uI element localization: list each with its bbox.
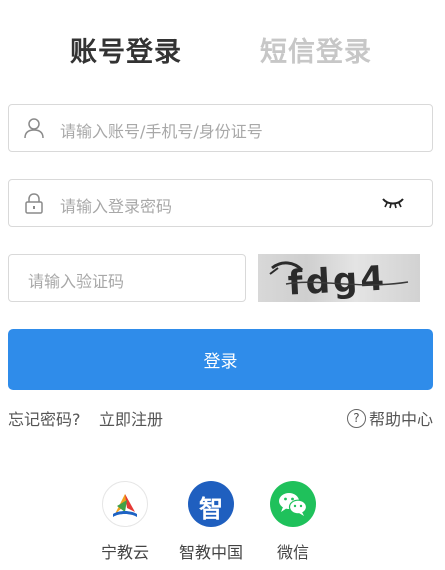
help-center-link[interactable]: ? 帮助中心 <box>346 406 433 430</box>
tab-sms-login-label: 短信登录 <box>260 37 372 68</box>
wechat-login[interactable]: 微信 <box>258 481 328 563</box>
wechat-icon <box>270 481 316 527</box>
login-button-label: 登录 <box>203 352 238 372</box>
account-placeholder: 请输入账号/手机号/身份证号 <box>60 122 263 141</box>
register-link[interactable]: 立即注册 <box>99 406 163 430</box>
password-placeholder: 请输入登录密码 <box>60 197 173 216</box>
password-field[interactable]: 请输入登录密码 <box>8 179 433 227</box>
zhijiao-logo-icon: 智 <box>188 481 234 527</box>
eye-closed-icon[interactable] <box>382 195 404 211</box>
zhijiao-label: 智教中国 <box>178 543 243 562</box>
captcha-graphic: fdg4 <box>269 258 409 302</box>
zhijiao-login[interactable]: 智 智教中国 <box>172 481 250 563</box>
ningjiao-login[interactable]: 宁教云 <box>90 481 160 563</box>
help-center-label: 帮助中心 <box>368 410 433 429</box>
forgot-password-link[interactable]: 忘记密码? <box>8 406 81 430</box>
ningjiao-label: 宁教云 <box>100 543 149 562</box>
captcha-text: fdg4 <box>287 258 388 302</box>
account-field[interactable]: 请输入账号/手机号/身份证号 <box>8 104 433 152</box>
tab-account-login-label: 账号登录 <box>70 37 182 68</box>
captcha-placeholder: 请输入验证码 <box>28 272 125 291</box>
captcha-field[interactable]: 请输入验证码 <box>8 254 246 302</box>
login-button[interactable]: 登录 <box>8 329 433 390</box>
captcha-image[interactable]: fdg4 <box>258 254 420 302</box>
zhijiao-logo-glyph: 智 <box>199 495 223 523</box>
wechat-label: 微信 <box>276 543 309 562</box>
help-icon: ? <box>346 408 366 428</box>
ningjiao-logo-icon <box>102 481 148 527</box>
tab-account-login[interactable]: 账号登录 <box>70 30 182 69</box>
tab-sms-login[interactable]: 短信登录 <box>260 30 372 69</box>
user-icon <box>24 118 44 139</box>
lock-icon <box>25 193 43 214</box>
